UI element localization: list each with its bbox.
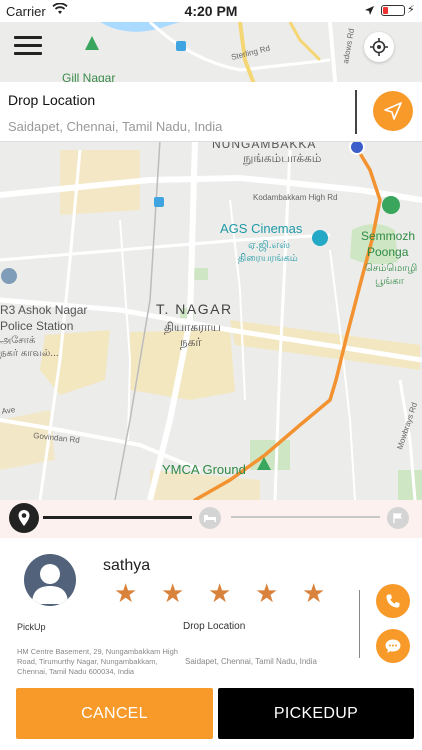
pickup-label: PickUp: [17, 622, 46, 632]
divider: [359, 590, 360, 658]
chat-bubble-icon[interactable]: [376, 629, 410, 663]
map-label-ashok-2: Police Station: [0, 319, 73, 333]
pickup-address: HM Centre Basement, 29, Nungambakkam Hig…: [17, 647, 178, 676]
cancel-button[interactable]: CANCEL: [16, 688, 213, 739]
drop-label: Drop Location: [183, 621, 246, 632]
star-icon: ★: [161, 578, 185, 608]
crosshair-icon[interactable]: [364, 32, 394, 62]
metro-station-icon: [154, 197, 164, 207]
map-label-ags-cinemas: AGS Cinemas: [220, 221, 303, 236]
navigation-arrow-icon[interactable]: [373, 91, 413, 131]
rating-stars: ★ ★ ★ ★ ★: [114, 580, 349, 606]
map-label-kodambakkam-rd: Kodambakkam High Rd: [253, 193, 337, 202]
avatar: [24, 554, 76, 606]
drop-address: Saidapet, Chennai, Tamil Nadu, India: [185, 657, 317, 666]
location-pin-icon: [9, 503, 39, 533]
star-icon: ★: [302, 578, 326, 608]
map-label-semmozhi-ta2: பூங்கா: [375, 276, 405, 287]
flag-icon: [387, 507, 409, 529]
map-label-nungambakkam-ta: நுங்கம்பாக்கம்: [243, 151, 321, 166]
map-label-ashok-1: R3 Ashok Nagar: [0, 303, 87, 317]
star-icon: ★: [255, 578, 279, 608]
police-pin-icon: [1, 268, 17, 284]
map-label-t-nagar: T. NAGAR: [156, 301, 233, 317]
map-label-ave: Ave: [1, 405, 16, 416]
current-location-marker: [349, 139, 365, 155]
pickedup-button[interactable]: PICKEDUP: [218, 688, 414, 739]
drop-location-title: Drop Location: [8, 92, 96, 108]
map-label-ags-ta2: திரையரங்கம்: [238, 253, 298, 264]
map-label-sterling-rd: Sterling Rd: [230, 44, 271, 62]
map-label-semmozhi-ta1: செம்மொழி: [365, 263, 417, 274]
driver-name: sathya: [103, 557, 151, 574]
progress-line-pending: [231, 516, 380, 518]
location-services-icon: [364, 4, 375, 19]
hamburger-icon[interactable]: [14, 32, 42, 60]
park-area: [398, 470, 422, 500]
cinema-pin-icon: [312, 230, 328, 246]
trip-progress-bar: [0, 500, 422, 538]
phone-icon[interactable]: [376, 584, 410, 618]
garden-pin-icon: [382, 196, 400, 214]
park-area: [250, 440, 290, 470]
map-label-semmozhi: Semmozh: [361, 229, 415, 243]
status-bar: Carrier 4:20 PM ⚡: [0, 0, 422, 22]
metro-station-icon: [176, 41, 186, 51]
star-icon: ★: [208, 578, 232, 608]
drop-location-card[interactable]: Drop Location Saidapet, Chennai, Tamil N…: [0, 82, 422, 142]
map-label-ags-ta1: ஏ.ஜி.எஸ்: [248, 240, 290, 251]
built-area: [40, 330, 110, 395]
charging-icon: ⚡: [407, 4, 415, 16]
progress-line-completed: [43, 516, 192, 519]
star-icon: ★: [114, 578, 138, 608]
water-body: [100, 22, 180, 32]
map-label-ashok-3: அசோக்: [0, 335, 35, 346]
bed-icon: [199, 507, 221, 529]
map-label-t-nagar-ta2: நகர்: [180, 335, 202, 349]
map-label-mowbrays-rd: Mowbrays Rd: [395, 401, 419, 450]
park-pin-icon: [85, 36, 99, 50]
battery-icon: [381, 5, 405, 16]
clock: 4:20 PM: [184, 3, 238, 19]
map-label-ymca: YMCA Ground: [162, 462, 246, 477]
divider: [355, 90, 357, 134]
map-label-poonga: Poonga: [367, 245, 409, 259]
map-label-meadows-rd: adows Rd: [341, 28, 356, 65]
map-label-t-nagar-ta1: தியாகராய: [164, 320, 221, 334]
drop-location-address[interactable]: Saidapet, Chennai, Tamil Nadu, India: [8, 119, 222, 134]
map-label-ashok-4: நகர் காவல்...: [0, 348, 59, 359]
